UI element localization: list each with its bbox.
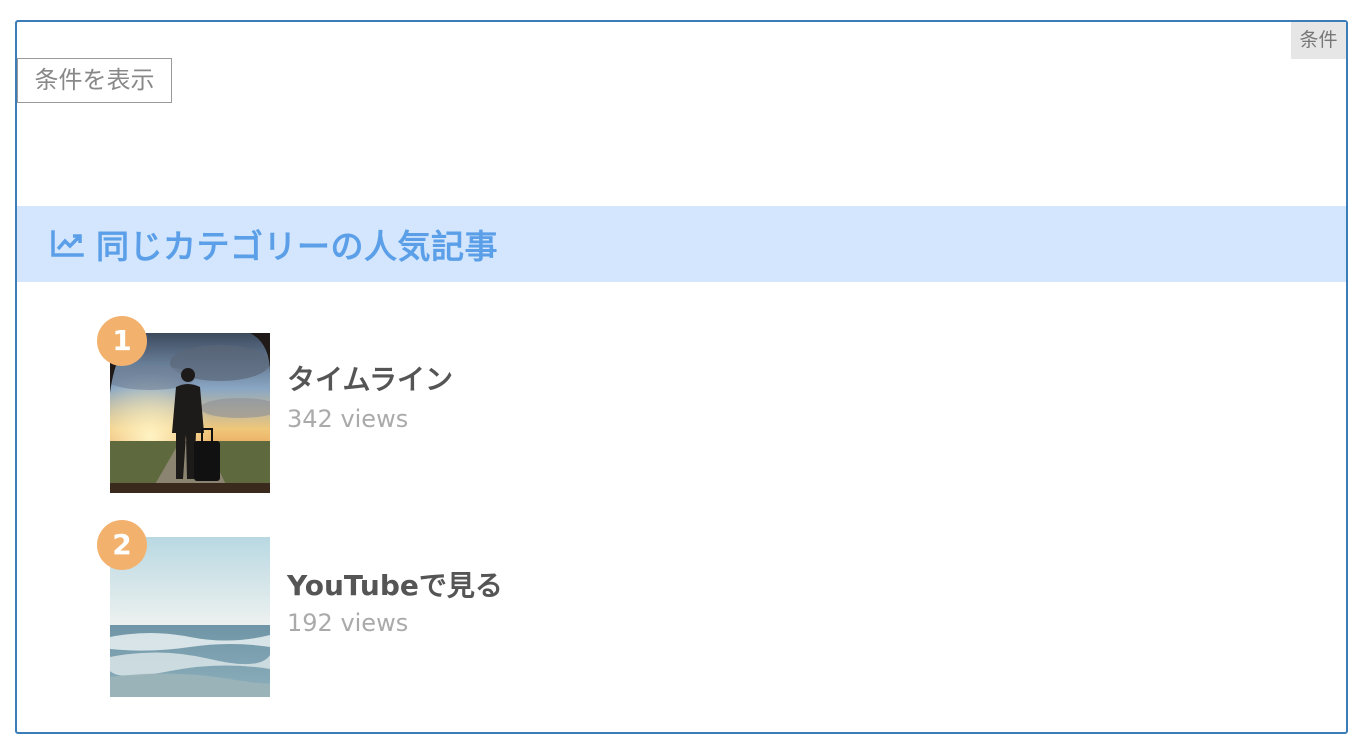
popular-articles-title: 同じカテゴリーの人気記事 [96, 227, 498, 266]
article-title[interactable]: YouTubeで見る [287, 564, 503, 604]
view-count: 342 views [287, 405, 409, 433]
article-title[interactable]: タイムライン [287, 358, 453, 398]
view-count: 192 views [287, 609, 409, 637]
list-item: 1 タイムライン 342 views [97, 316, 797, 496]
condition-tag: 条件 [1291, 22, 1346, 59]
popular-articles-header: 同じカテゴリーの人気記事 [17, 206, 1346, 282]
rank-badge: 2 [97, 520, 147, 570]
widget-frame: 条件 条件を表示 同じカテゴリーの人気記事 1 タイムライン 342 views… [15, 20, 1348, 734]
rank-badge: 1 [97, 316, 147, 366]
show-conditions-button[interactable]: 条件を表示 [17, 58, 172, 103]
trend-up-icon [50, 230, 84, 258]
list-item: 2 YouTubeで見る 192 views [97, 520, 797, 700]
